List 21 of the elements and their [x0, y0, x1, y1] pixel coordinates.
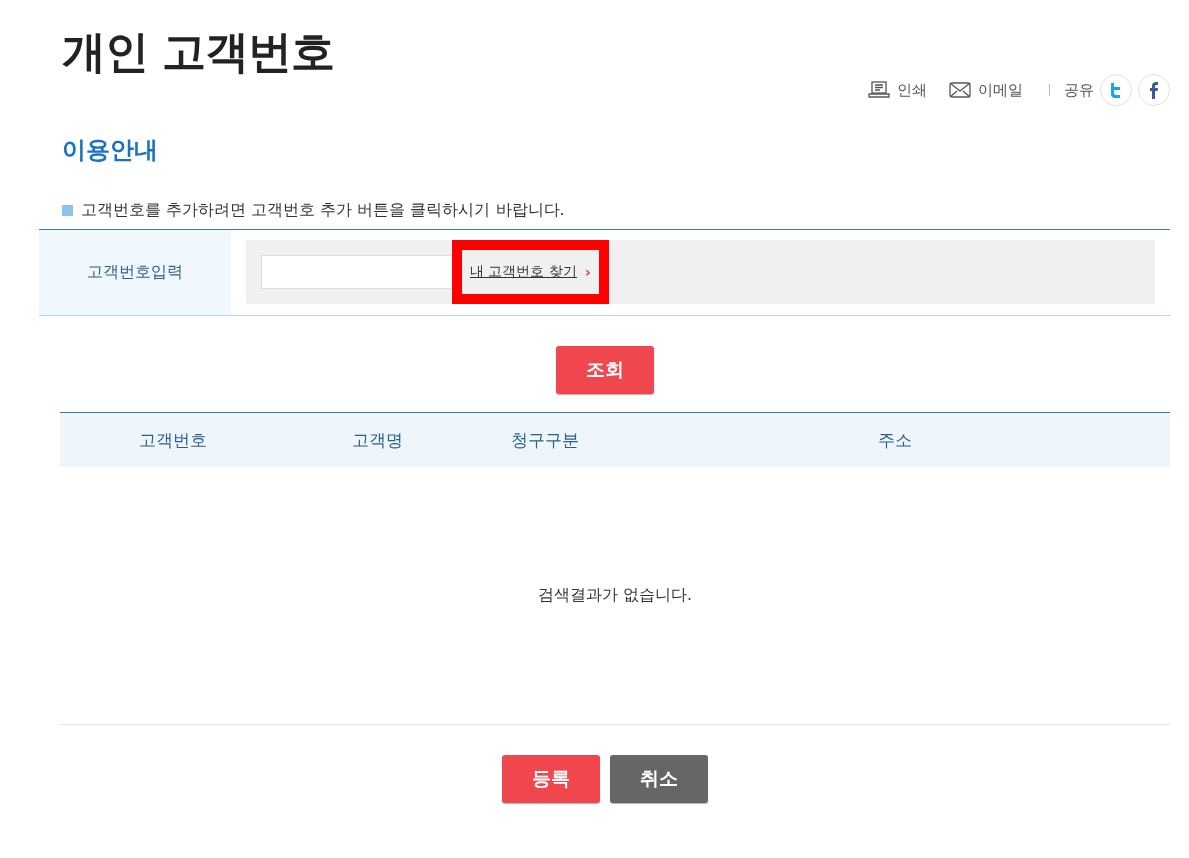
cancel-button[interactable]: 취소 [609, 755, 708, 803]
section-title: 이용안내 [62, 135, 159, 166]
register-button[interactable]: 등록 [501, 755, 600, 803]
column-header: 고객명 [351, 428, 404, 452]
notice-text: 고객번호를 추가하려면 고객번호 추가 버튼을 클릭하시기 바랍니다. [81, 200, 565, 221]
print-link[interactable]: 인쇄 [868, 80, 927, 100]
email-link[interactable]: 이메일 [949, 80, 1023, 100]
column-header: 청구구분 [510, 428, 580, 452]
column-header: 고객번호 [137, 428, 208, 452]
search-button[interactable]: 조회 [555, 346, 654, 394]
find-number-link[interactable]: 내 고객번호 찾기 › [452, 240, 609, 304]
envelope-icon [949, 82, 971, 98]
share-label: 공유 [1064, 80, 1094, 100]
customer-number-input[interactable] [261, 255, 453, 289]
facebook-icon [1149, 81, 1159, 99]
printer-icon [868, 81, 890, 99]
page-title: 개인 고객번호 [62, 25, 335, 79]
bullet-icon [62, 205, 73, 216]
field-label: 고객번호입력 [39, 230, 231, 315]
column-header: 주소 [877, 428, 913, 452]
empty-message: 검색결과가 없습니다. [60, 467, 1170, 725]
